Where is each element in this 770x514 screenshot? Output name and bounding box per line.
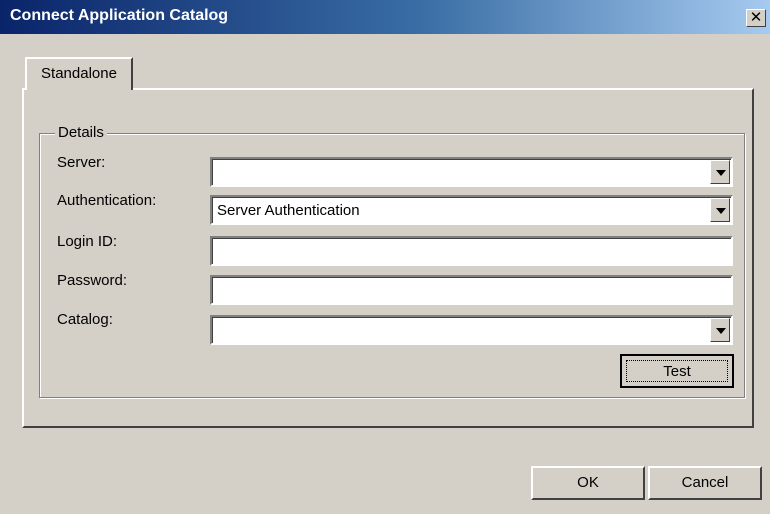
authentication-combobox[interactable]: Server Authentication [210,195,733,225]
login-id-field[interactable] [210,236,733,266]
catalog-combobox[interactable] [210,315,733,345]
test-button-label: Test [626,360,728,382]
server-dropdown-arrow-icon[interactable] [710,160,730,184]
connect-application-catalog-dialog: Connect Application Catalog ✕ Standalone… [0,0,770,514]
details-group-label: Details [55,124,107,141]
title-bar: Connect Application Catalog ✕ [0,0,770,34]
server-combobox[interactable] [210,157,733,187]
cancel-button[interactable]: Cancel [648,466,762,500]
close-button[interactable]: ✕ [746,9,766,27]
close-icon: ✕ [749,9,763,26]
authentication-dropdown-arrow-icon[interactable] [710,198,730,222]
test-button[interactable]: Test [620,354,734,388]
authentication-value: Server Authentication [217,202,360,219]
server-label: Server: [57,154,106,171]
password-label: Password: [57,272,128,289]
password-field[interactable] [210,275,733,305]
login-id-label: Login ID: [57,233,118,250]
authentication-label: Authentication: [57,192,157,209]
catalog-label: Catalog: [57,311,113,328]
window-title: Connect Application Catalog [10,7,229,24]
tab-standalone[interactable]: Standalone [25,57,133,90]
ok-button[interactable]: OK [531,466,645,500]
catalog-dropdown-arrow-icon[interactable] [710,318,730,342]
tab-standalone-label: Standalone [41,65,117,82]
